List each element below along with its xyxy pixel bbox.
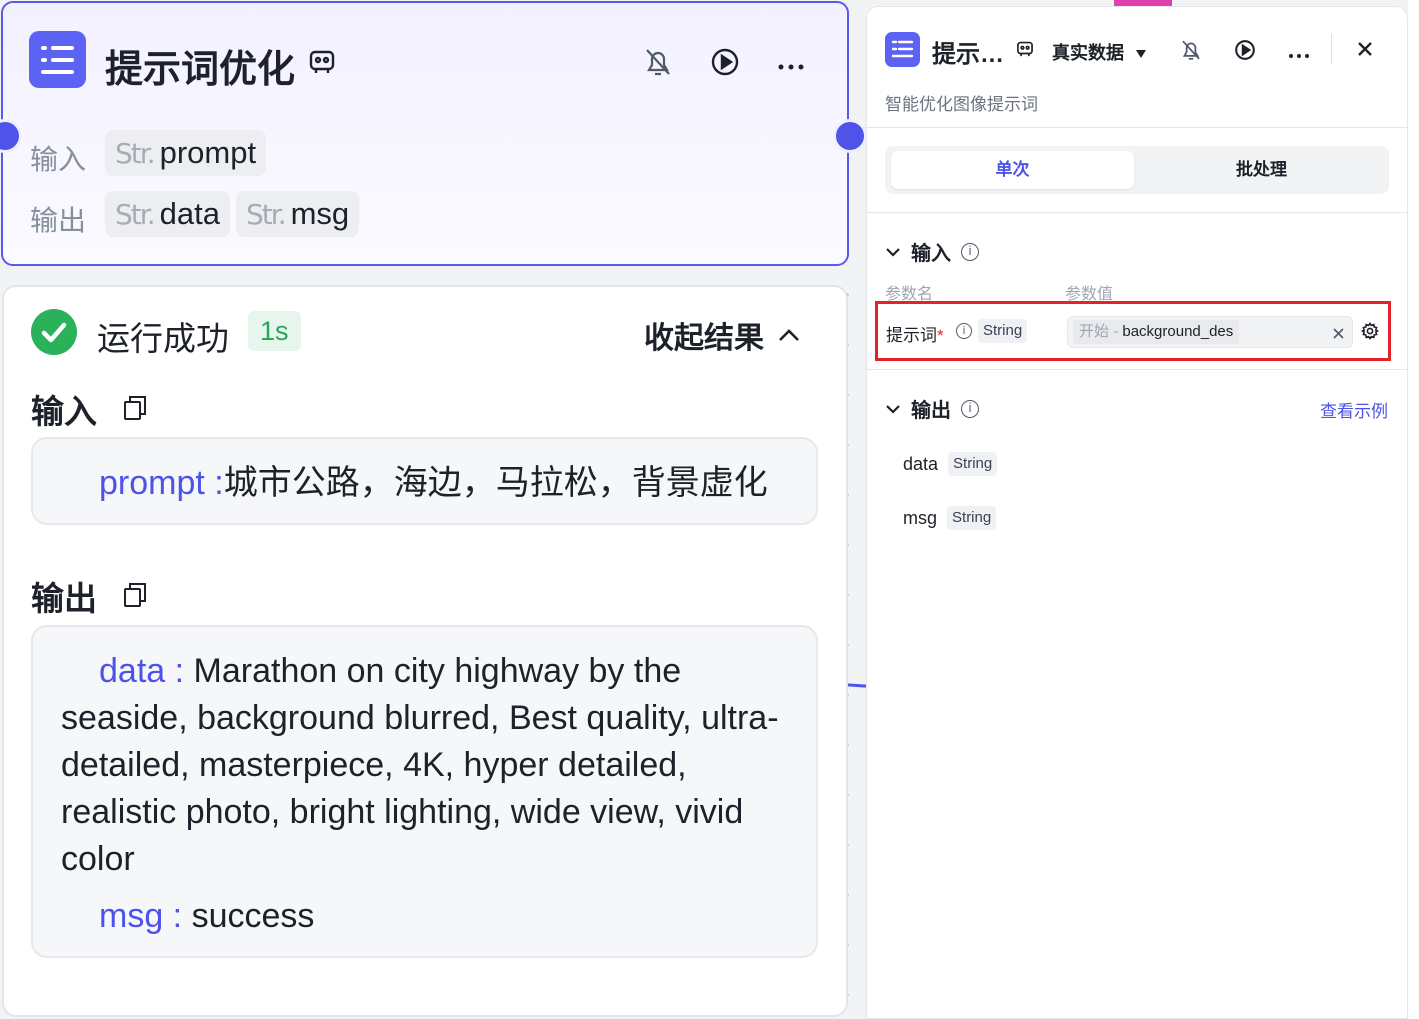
background-node-accent — [1114, 0, 1172, 6]
copy-icon[interactable] — [123, 395, 147, 421]
chevron-down-icon — [886, 404, 900, 414]
snapshot-icon[interactable] — [1016, 40, 1034, 63]
data-key: data : — [99, 652, 185, 690]
output-section-toggle[interactable]: 输出 i — [885, 394, 979, 423]
close-icon[interactable] — [1357, 41, 1373, 62]
info-icon[interactable]: i — [961, 242, 979, 261]
list-icon — [29, 31, 86, 88]
play-icon[interactable] — [710, 47, 740, 82]
panel-divider — [867, 369, 1407, 370]
play-icon[interactable] — [1234, 39, 1256, 66]
input-section-title: 输入 — [911, 243, 951, 265]
output-label: 输出 — [30, 205, 87, 236]
output-type-tag: String — [948, 452, 998, 476]
input-heading: 输入 — [31, 393, 97, 430]
input-param-chip: Str. prompt — [105, 130, 267, 176]
highlight-box — [875, 301, 1391, 361]
node-title: 提示词优化 — [105, 49, 296, 91]
tab-single[interactable]: 单次 — [891, 151, 1134, 189]
msg-key: msg : — [99, 897, 183, 935]
output-row: data String — [903, 452, 998, 476]
panel-description: 智能优化图像提示词 — [885, 95, 1038, 114]
output-name: data — [903, 453, 939, 474]
msg-value: success — [191, 897, 315, 935]
data-result-text: data : Marathon on city highway by the s… — [61, 648, 796, 883]
more-icon[interactable] — [1288, 46, 1310, 64]
chevron-down-icon — [886, 247, 900, 257]
output-heading: 输出 — [31, 580, 97, 617]
input-result-line: prompt :城市公路，海边，马拉松，背景虚化 — [99, 460, 768, 507]
list-icon — [885, 32, 920, 67]
output-handle[interactable] — [833, 119, 867, 153]
tab-batch[interactable]: 批处理 — [1140, 151, 1383, 189]
chevron-up-icon — [779, 329, 799, 341]
output-param-chip: Str. msg — [236, 191, 360, 237]
background-node-edge — [1408, 0, 1419, 1019]
panel-title: 提示… — [932, 41, 1004, 68]
collapse-label: 收起结果 — [644, 322, 764, 355]
duration-badge: 1s — [248, 311, 301, 351]
panel-divider — [867, 127, 1407, 128]
caret-down-icon — [1136, 50, 1147, 59]
collapse-results-button[interactable]: 收起结果 — [644, 313, 800, 357]
output-param-chip: Str. data — [105, 191, 230, 237]
header-divider — [1331, 34, 1332, 64]
check-icon — [31, 309, 77, 355]
output-name: msg — [903, 507, 938, 528]
mute-icon[interactable] — [1180, 38, 1202, 67]
view-example-link[interactable]: 查看示例 — [1320, 397, 1388, 422]
msg-result-line: msg : success — [99, 893, 314, 940]
input-label: 输入 — [30, 144, 87, 175]
input-key: prompt : — [99, 464, 224, 502]
panel-divider — [867, 212, 1407, 213]
data-mode-label: 真实数据 — [1052, 43, 1124, 63]
snapshot-icon[interactable] — [308, 48, 336, 76]
mute-icon[interactable] — [643, 46, 673, 83]
data-mode-select[interactable]: 真实数据 — [1052, 39, 1147, 65]
output-type-tag: String — [947, 506, 997, 530]
info-icon[interactable]: i — [961, 399, 979, 418]
run-status: 运行成功 — [97, 320, 229, 357]
input-value: 城市公路，海边，马拉松，背景虚化 — [223, 464, 768, 502]
more-icon[interactable] — [777, 58, 805, 76]
input-section-toggle[interactable]: 输入 i — [885, 237, 979, 266]
output-section-title: 输出 — [911, 400, 951, 422]
copy-icon[interactable] — [123, 582, 147, 608]
output-row: msg String — [903, 506, 997, 530]
canvas-edge-line — [847, 683, 867, 688]
